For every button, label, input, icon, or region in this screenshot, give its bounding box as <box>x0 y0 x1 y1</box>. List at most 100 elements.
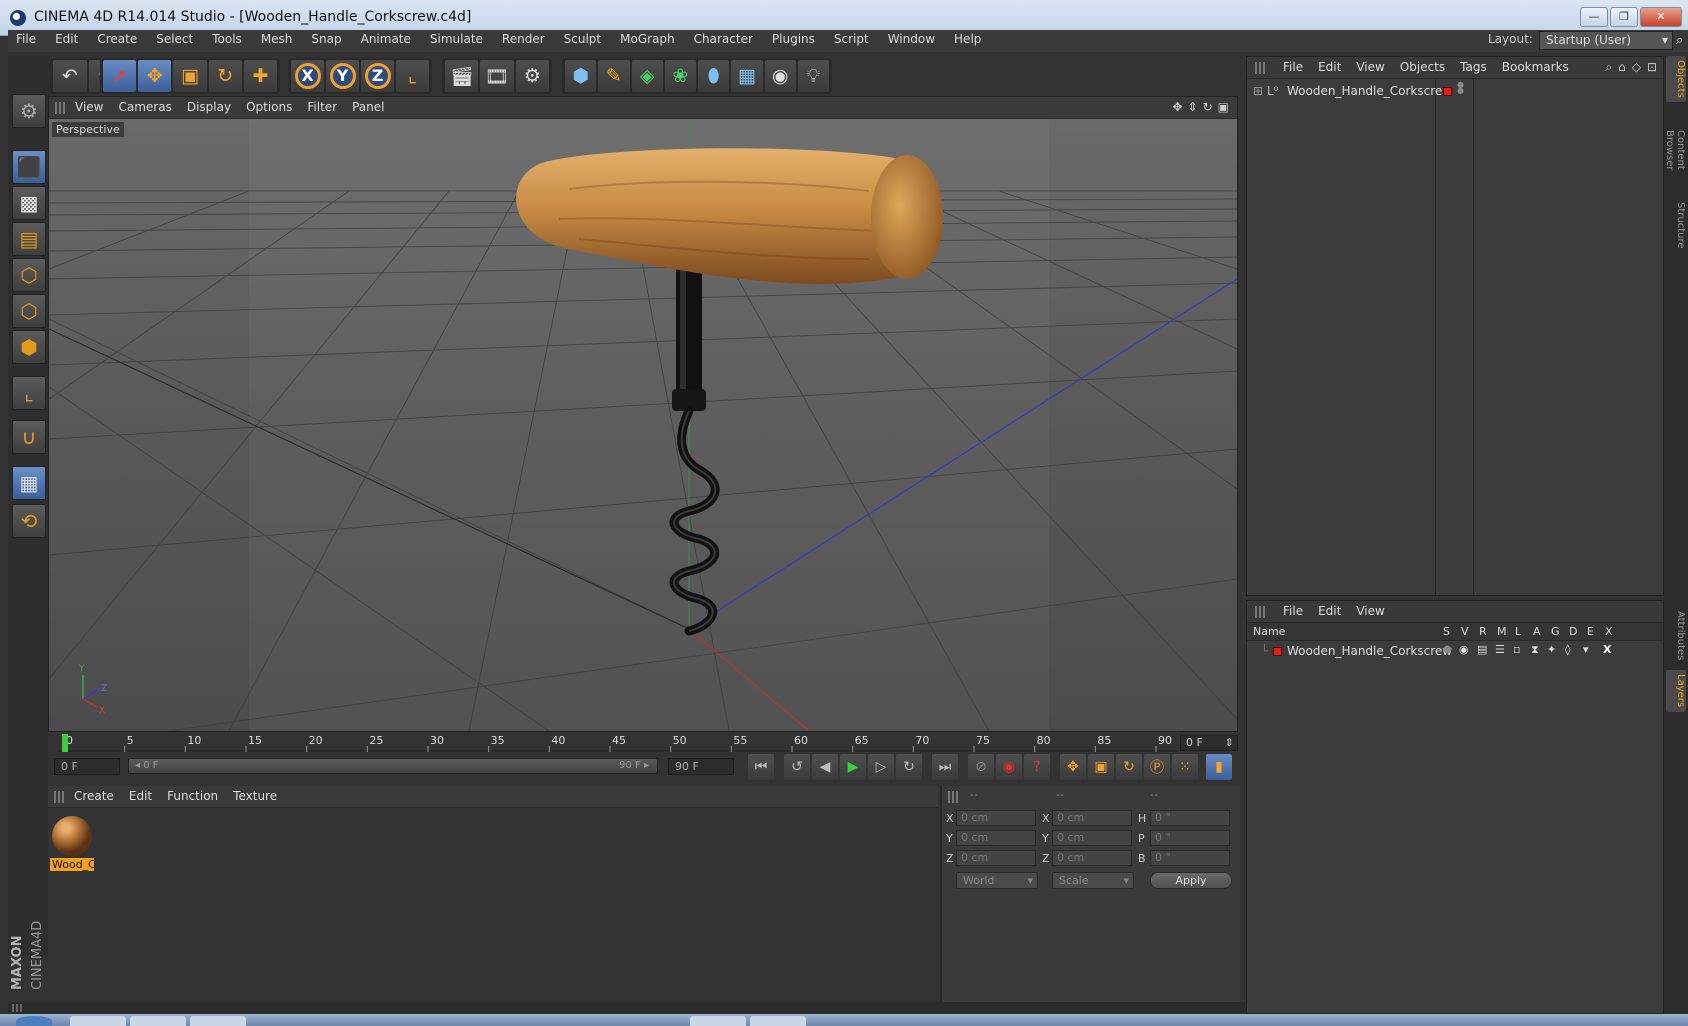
col-deformers[interactable]: D <box>1569 625 1577 638</box>
rotate-tool-button[interactable]: ↻ <box>208 60 242 92</box>
menu-select[interactable]: Select <box>156 32 193 46</box>
go-to-end-button[interactable]: ⏭ <box>932 754 958 780</box>
col-expressions[interactable]: E <box>1587 625 1594 638</box>
search-icon[interactable]: ⌕ <box>1605 60 1612 75</box>
view-eye-icon[interactable]: ◉ <box>1459 643 1469 656</box>
pos-z-field[interactable]: 0 cm <box>956 850 1036 866</box>
pos-x-field[interactable]: 0 cm <box>956 810 1036 826</box>
render-clapper-icon[interactable]: ▤ <box>1477 643 1487 656</box>
viewport-menu-panel[interactable]: Panel <box>352 100 384 114</box>
menu-snap[interactable]: Snap <box>311 32 341 46</box>
size-z-field[interactable]: 0 cm <box>1052 850 1132 866</box>
menu-edit[interactable]: Edit <box>55 32 78 46</box>
col-view[interactable]: V <box>1461 625 1469 638</box>
spline-button[interactable]: ✎ <box>598 60 630 92</box>
close-button[interactable]: ✕ <box>1640 7 1682 27</box>
rot-h-field[interactable]: 0 ° <box>1150 810 1230 826</box>
expression-icon[interactable]: ▾ <box>1583 643 1589 656</box>
col-solo[interactable]: S <box>1443 625 1450 638</box>
edges-mode-button[interactable]: ⬡ <box>12 294 46 328</box>
workplane-lock-button[interactable]: ▦ <box>12 466 46 500</box>
manager-icon[interactable]: ☰ <box>1495 643 1505 656</box>
taskbar-item[interactable] <box>190 1016 246 1026</box>
keyframe-selection-button[interactable]: ? <box>1024 754 1050 780</box>
viewport-menu-display[interactable]: Display <box>187 100 231 114</box>
render-picture-viewer-button[interactable]: 🎞︎ <box>480 60 514 92</box>
pan-icon[interactable]: ✥ <box>1172 100 1182 114</box>
menu-mograph[interactable]: MoGraph <box>620 32 675 46</box>
timeline-button[interactable]: ▮ <box>1206 754 1232 780</box>
move-tool-button[interactable]: ✥ <box>138 60 172 92</box>
menu-tools[interactable]: Tools <box>212 32 242 46</box>
snap-button[interactable]: ∪ <box>12 420 46 454</box>
home-icon[interactable]: ⌂ <box>1618 60 1626 75</box>
layout-select[interactable]: Startup (User) ▾ <box>1539 31 1673 50</box>
make-editable-button[interactable]: ⚙ <box>12 94 46 128</box>
autokey-button[interactable]: ◉ <box>996 754 1022 780</box>
panel-grip-icon[interactable] <box>948 791 960 803</box>
layer-color-swatch[interactable] <box>1273 647 1282 656</box>
viewport-menu-filter[interactable]: Filter <box>307 100 337 114</box>
collapse-icon[interactable]: ◇ <box>1632 60 1641 75</box>
model-mode-button[interactable]: ⬛ <box>12 150 46 184</box>
light-button[interactable]: 💡︎ <box>797 60 829 92</box>
layer-color-tag[interactable] <box>1443 87 1452 96</box>
taskbar-item[interactable] <box>130 1016 186 1026</box>
object-menu-edit[interactable]: Edit <box>1318 60 1341 74</box>
scale-tool-button[interactable]: ▣ <box>173 60 207 92</box>
lock-icon[interactable]: ▫ <box>1513 643 1520 656</box>
material-menu-texture[interactable]: Texture <box>233 789 277 803</box>
go-to-start-button[interactable]: ⏮ <box>748 754 774 780</box>
menu-plugins[interactable]: Plugins <box>772 32 815 46</box>
pos-y-field[interactable]: 0 cm <box>956 830 1036 846</box>
z-axis-lock-button[interactable]: Z <box>361 60 394 92</box>
panel-grip-icon[interactable] <box>1255 62 1267 74</box>
generator-icon[interactable]: ✦ <box>1547 643 1556 656</box>
menu-simulate[interactable]: Simulate <box>430 32 483 46</box>
material-swatch[interactable]: Wood_C <box>50 814 94 872</box>
object-menu-bookmarks[interactable]: Bookmarks <box>1502 60 1569 74</box>
deformer-button[interactable]: ⬮ <box>698 60 730 92</box>
point-level-button[interactable]: ⁙ <box>1172 754 1198 780</box>
points-mode-button[interactable]: ⬡ <box>12 258 46 292</box>
camera-button[interactable]: ◉ <box>764 60 796 92</box>
render-view-button[interactable]: 🎬︎ <box>445 60 479 92</box>
record-keys-button[interactable]: ⊘ <box>968 754 994 780</box>
menu-render[interactable]: Render <box>502 32 545 46</box>
array-button[interactable]: ❀ <box>664 60 696 92</box>
locked-workplane-button[interactable]: ⟲ <box>12 504 46 538</box>
layer-menu-edit[interactable]: Edit <box>1318 604 1341 618</box>
col-animation[interactable]: A <box>1533 625 1541 638</box>
cube-object-button[interactable]: ⬢ <box>565 60 597 92</box>
rot-p-field[interactable]: 0 ° <box>1150 830 1230 846</box>
col-render[interactable]: R <box>1479 625 1487 638</box>
material-menu-function[interactable]: Function <box>167 789 218 803</box>
menu-file[interactable]: File <box>16 32 36 46</box>
perspective-viewport[interactable]: View Cameras Display Options Filter Pane… <box>48 96 1238 732</box>
current-frame-field[interactable]: 0 F ⇕ <box>1180 735 1238 751</box>
tab-layers[interactable]: Layers <box>1666 670 1686 712</box>
size-y-field[interactable]: 0 cm <box>1052 830 1132 846</box>
tab-structure[interactable]: Structure <box>1666 198 1686 252</box>
menu-window[interactable]: Window <box>888 32 935 46</box>
menu-mesh[interactable]: Mesh <box>261 32 293 46</box>
end-frame-field[interactable]: 90 F <box>668 758 734 775</box>
visibility-dots-icon[interactable]: ● ● <box>1457 81 1464 95</box>
live-selection-button[interactable]: ➚ <box>103 60 137 92</box>
object-menu-file[interactable]: File <box>1283 60 1303 74</box>
undo-button[interactable]: ↶ <box>53 60 87 92</box>
menu-help[interactable]: Help <box>954 32 981 46</box>
start-orb-icon[interactable] <box>16 1016 52 1026</box>
object-menu-objects[interactable]: Objects <box>1400 60 1445 74</box>
animation-icon[interactable]: ⧗ <box>1531 643 1539 657</box>
viewport-menu-view[interactable]: View <box>75 100 103 114</box>
tab-objects[interactable]: Objects <box>1666 56 1686 102</box>
new-view-icon[interactable]: ⊡ <box>1647 60 1657 75</box>
workplane-mode-button[interactable]: ▤ <box>12 222 46 256</box>
position-key-button[interactable]: ✥ <box>1060 754 1086 780</box>
col-locked[interactable]: L <box>1515 625 1521 638</box>
solo-toggle-icon[interactable]: ● <box>1443 644 1452 655</box>
layer-menu-view[interactable]: View <box>1356 604 1384 618</box>
texture-mode-button[interactable]: ▩ <box>12 186 46 220</box>
menu-sculpt[interactable]: Sculpt <box>564 32 601 46</box>
